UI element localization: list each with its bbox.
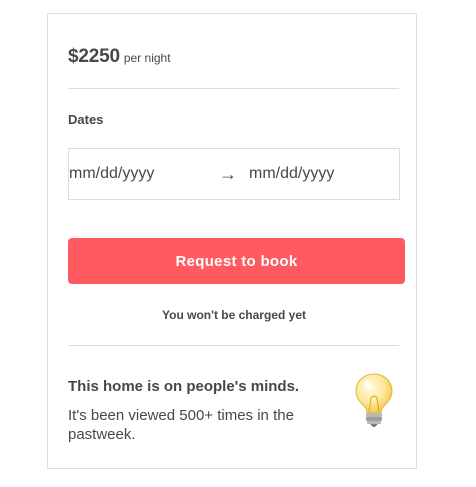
divider bbox=[68, 88, 399, 89]
charge-notice: You won't be charged yet bbox=[162, 308, 306, 322]
request-to-book-button[interactable]: Request to book bbox=[68, 238, 405, 284]
popularity-title: This home is on people's minds. bbox=[68, 378, 300, 395]
price-row: $2250 per night bbox=[68, 46, 171, 68]
dates-label: Dates bbox=[68, 112, 104, 127]
lightbulb-icon bbox=[355, 373, 393, 427]
date-range-picker[interactable]: → bbox=[68, 148, 400, 200]
divider bbox=[68, 345, 399, 346]
check-in-input[interactable] bbox=[69, 162, 209, 186]
check-out-input[interactable] bbox=[249, 162, 389, 186]
booking-card: $2250 per night Dates → Request to book … bbox=[47, 13, 417, 469]
arrow-right-icon: → bbox=[219, 163, 237, 184]
nightly-price: $2250 bbox=[68, 46, 120, 67]
popularity-body: It's been viewed 500+ times in the pastw… bbox=[68, 407, 294, 443]
per-night-label: per night bbox=[123, 51, 171, 65]
